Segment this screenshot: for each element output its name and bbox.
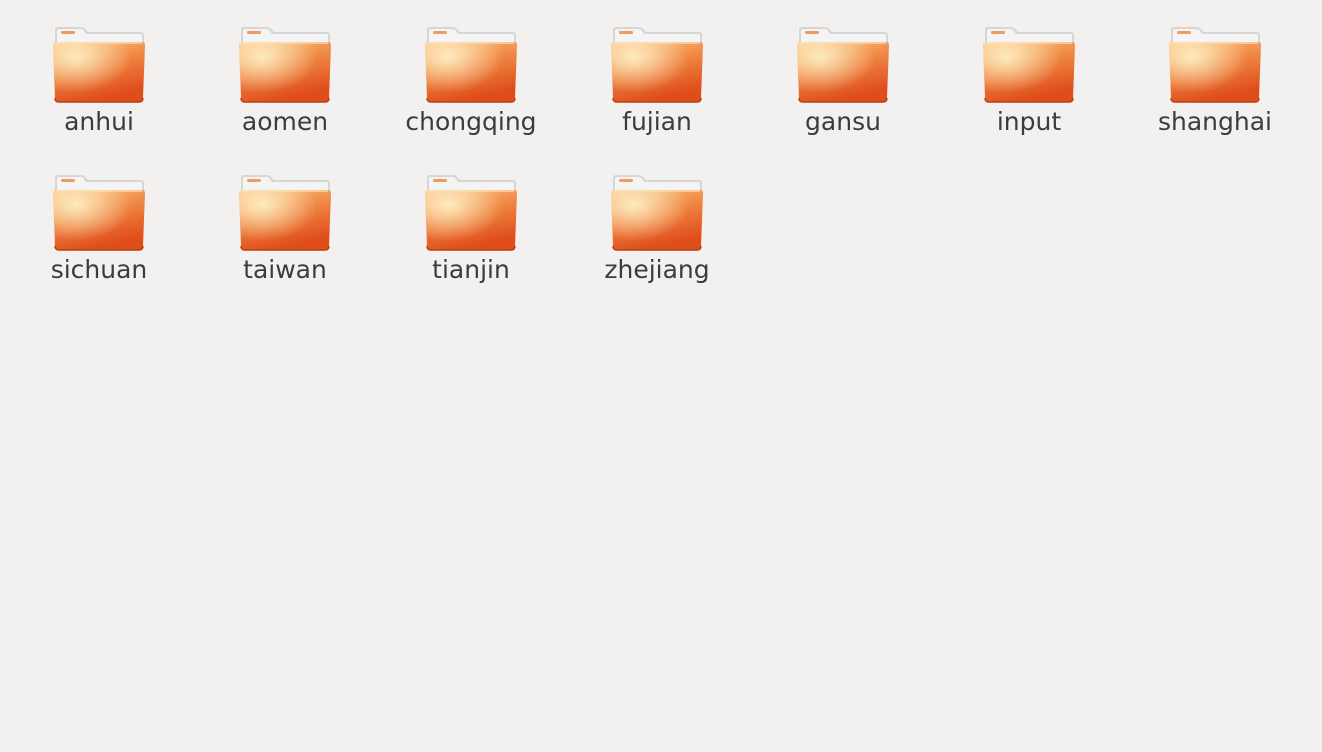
folder-item-tianjin[interactable]: tianjin (378, 166, 564, 314)
folder-icon (423, 18, 519, 104)
folder-label: aomen (241, 107, 329, 136)
folder-icon (609, 18, 705, 104)
folder-icon (51, 166, 147, 252)
folder-item-shanghai[interactable]: shanghai (1122, 18, 1308, 166)
folder-label: anhui (64, 107, 134, 136)
folder-item-anhui[interactable]: anhui (6, 18, 192, 166)
folder-item-zhejiang[interactable]: zhejiang (564, 166, 750, 314)
folder-label: sichuan (50, 255, 148, 284)
folder-icon (423, 166, 519, 252)
folder-item-input[interactable]: input (936, 18, 1122, 166)
folder-icon (237, 166, 333, 252)
folder-item-sichuan[interactable]: sichuan (6, 166, 192, 314)
folder-label: tianjin (432, 255, 510, 284)
folder-label: gansu (805, 107, 881, 136)
folder-item-taiwan[interactable]: taiwan (192, 166, 378, 314)
folder-item-gansu[interactable]: gansu (750, 18, 936, 166)
folder-item-fujian[interactable]: fujian (564, 18, 750, 166)
file-view: anhui aomen chongqing fujian gansu input… (0, 0, 1322, 752)
folder-label: shanghai (1157, 107, 1272, 136)
folder-label: chongqing (405, 107, 537, 136)
folder-icon (1167, 18, 1263, 104)
folder-label: fujian (622, 107, 692, 136)
folder-item-chongqing[interactable]: chongqing (378, 18, 564, 166)
folder-icon (981, 18, 1077, 104)
folder-icon (795, 18, 891, 104)
folder-item-aomen[interactable]: aomen (192, 18, 378, 166)
folder-icon (51, 18, 147, 104)
folder-icon (237, 18, 333, 104)
folder-label: taiwan (243, 255, 327, 284)
folder-label: zhejiang (604, 255, 710, 284)
folder-grid: anhui aomen chongqing fujian gansu input… (6, 18, 1308, 314)
folder-label: input (996, 107, 1062, 136)
folder-icon (609, 166, 705, 252)
